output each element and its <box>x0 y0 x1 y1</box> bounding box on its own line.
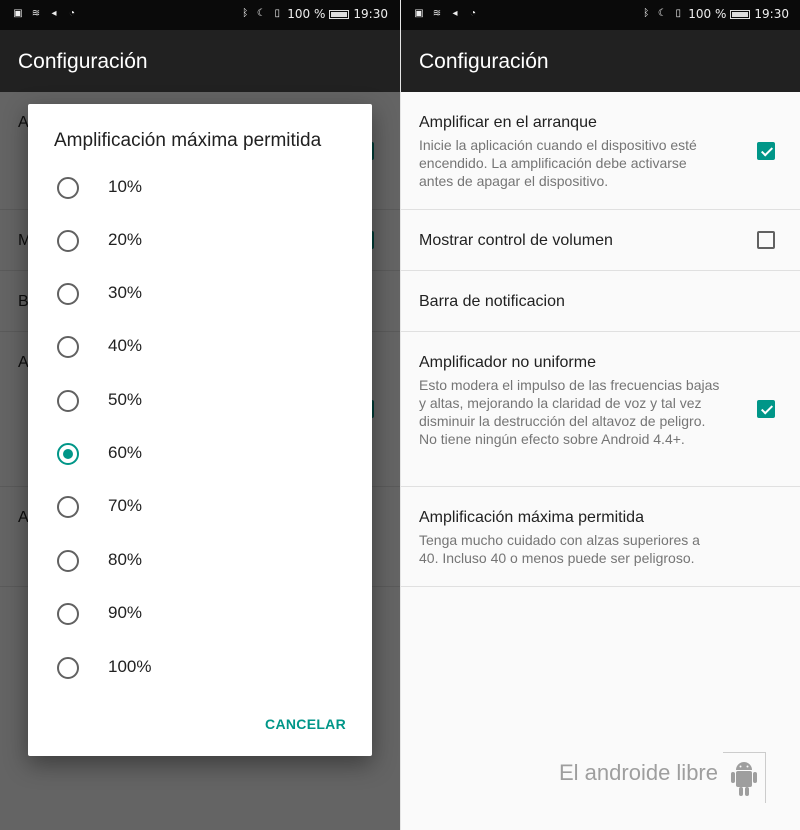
radio-button[interactable] <box>57 549 79 572</box>
right-screen: ▣ ≋ ◂ ◔ ᛒ ☾ ▯ 100 % 19:30 Configuración … <box>400 0 800 830</box>
radio-button[interactable] <box>57 229 79 252</box>
radio-option-80[interactable]: 80% <box>28 534 372 587</box>
setting-amplify-on-boot[interactable]: Amplificar en el arranque Inicie la apli… <box>401 92 800 210</box>
radio-button[interactable] <box>57 389 79 412</box>
battery-percent: 100 % <box>287 7 326 21</box>
option-label: 50% <box>108 390 143 409</box>
radio-button[interactable] <box>57 656 79 679</box>
radio-option-50[interactable]: 50% <box>28 374 372 427</box>
watermark-text: El androide libre <box>559 760 718 785</box>
radio-button[interactable] <box>57 176 79 199</box>
setting-title: Amplificador no uniforme <box>419 354 596 371</box>
setting-title: Mostrar control de volumen <box>419 232 613 249</box>
option-label: 40% <box>108 336 143 355</box>
setting-subtitle: Inicie la aplicación cuando el dispositi… <box>419 137 697 189</box>
dialog-title: Amplificación máxima permitida <box>54 130 322 151</box>
hotspot-icon: ◔ <box>68 8 76 19</box>
cancel-button[interactable]: CANCELAR <box>265 716 346 732</box>
volume-icon: ◂ <box>452 8 458 19</box>
option-label: 30% <box>108 283 143 302</box>
option-label: 60% <box>108 443 143 462</box>
settings-list: Amplificar en el arranque Inicie la apli… <box>401 92 800 587</box>
vibrate-icon: ▯ <box>274 8 281 19</box>
checkbox-unchecked[interactable] <box>757 231 775 249</box>
setting-title: Amplificación máxima permitida <box>419 509 644 526</box>
setting-title: Amplificar en el arranque <box>419 114 597 131</box>
volume-icon: ◂ <box>51 8 57 19</box>
app-title: Configuración <box>419 50 549 73</box>
vibrate-icon: ▯ <box>675 8 682 19</box>
setting-title: Barra de notificacion <box>419 293 565 310</box>
option-label: 20% <box>108 230 143 249</box>
notification-icon: ▣ <box>414 8 424 19</box>
radio-option-10[interactable]: 10% <box>28 161 372 214</box>
radio-button[interactable] <box>57 495 79 518</box>
setting-show-volume-control[interactable]: Mostrar control de volumen <box>401 210 800 271</box>
radio-button[interactable] <box>57 335 79 358</box>
status-bar: ▣ ≋ ◂ ◔ ᛒ ☾ ▯ 100 % 19:30 <box>0 0 400 30</box>
amplification-dialog: Amplificación máxima permitida 10% 20% 3… <box>28 104 372 756</box>
option-label: 10% <box>108 177 143 196</box>
radio-option-30[interactable]: 30% <box>28 267 372 320</box>
battery-percent: 100 % <box>688 7 727 21</box>
option-label: 80% <box>108 550 143 569</box>
radio-button[interactable] <box>57 602 79 625</box>
radio-option-20[interactable]: 20% <box>28 214 372 267</box>
setting-subtitle: Esto modera el impulso de las frecuencia… <box>419 377 720 447</box>
wifi-icon: ≋ <box>31 8 41 19</box>
bluetooth-icon: ᛒ <box>242 8 249 19</box>
option-label: 90% <box>108 603 143 622</box>
option-label: 100% <box>108 657 152 676</box>
hotspot-icon: ◔ <box>469 8 477 19</box>
clock: 19:30 <box>754 7 789 21</box>
android-robot-icon <box>731 762 757 796</box>
checkbox-checked[interactable] <box>757 141 775 160</box>
setting-non-uniform-amplifier[interactable]: Amplificador no uniforme Esto modera el … <box>401 332 800 487</box>
radio-option-40[interactable]: 40% <box>28 320 372 373</box>
left-screen: ▣ ≋ ◂ ◔ ᛒ ☾ ▯ 100 % 19:30 Configuración … <box>0 0 400 830</box>
app-bar: Configuración <box>0 30 400 92</box>
radio-option-70[interactable]: 70% <box>28 480 372 533</box>
moon-icon: ☾ <box>657 8 667 19</box>
option-label: 70% <box>108 496 143 515</box>
app-title: Configuración <box>18 50 148 73</box>
checkbox-checked[interactable] <box>757 400 775 418</box>
battery-icon <box>329 9 350 19</box>
setting-subtitle: Tenga mucho cuidado con alzas superiores… <box>419 532 700 566</box>
radio-option-60[interactable]: 60% <box>28 427 372 480</box>
clock: 19:30 <box>353 7 388 21</box>
wifi-icon: ≋ <box>432 8 442 19</box>
status-bar: ▣ ≋ ◂ ◔ ᛒ ☾ ▯ 100 % 19:30 <box>401 0 800 30</box>
setting-max-amplification[interactable]: Amplificación máxima permitida Tenga muc… <box>401 487 800 587</box>
notification-icon: ▣ <box>13 8 23 19</box>
battery-icon <box>730 9 751 19</box>
radio-button-selected[interactable] <box>57 442 79 465</box>
setting-notification-bar[interactable]: Barra de notificacion <box>401 271 800 332</box>
radio-button[interactable] <box>57 282 79 305</box>
radio-option-90[interactable]: 90% <box>28 587 372 640</box>
moon-icon: ☾ <box>256 8 266 19</box>
app-bar: Configuración <box>401 30 800 92</box>
bluetooth-icon: ᛒ <box>643 8 650 19</box>
radio-option-100[interactable]: 100% <box>28 641 372 694</box>
